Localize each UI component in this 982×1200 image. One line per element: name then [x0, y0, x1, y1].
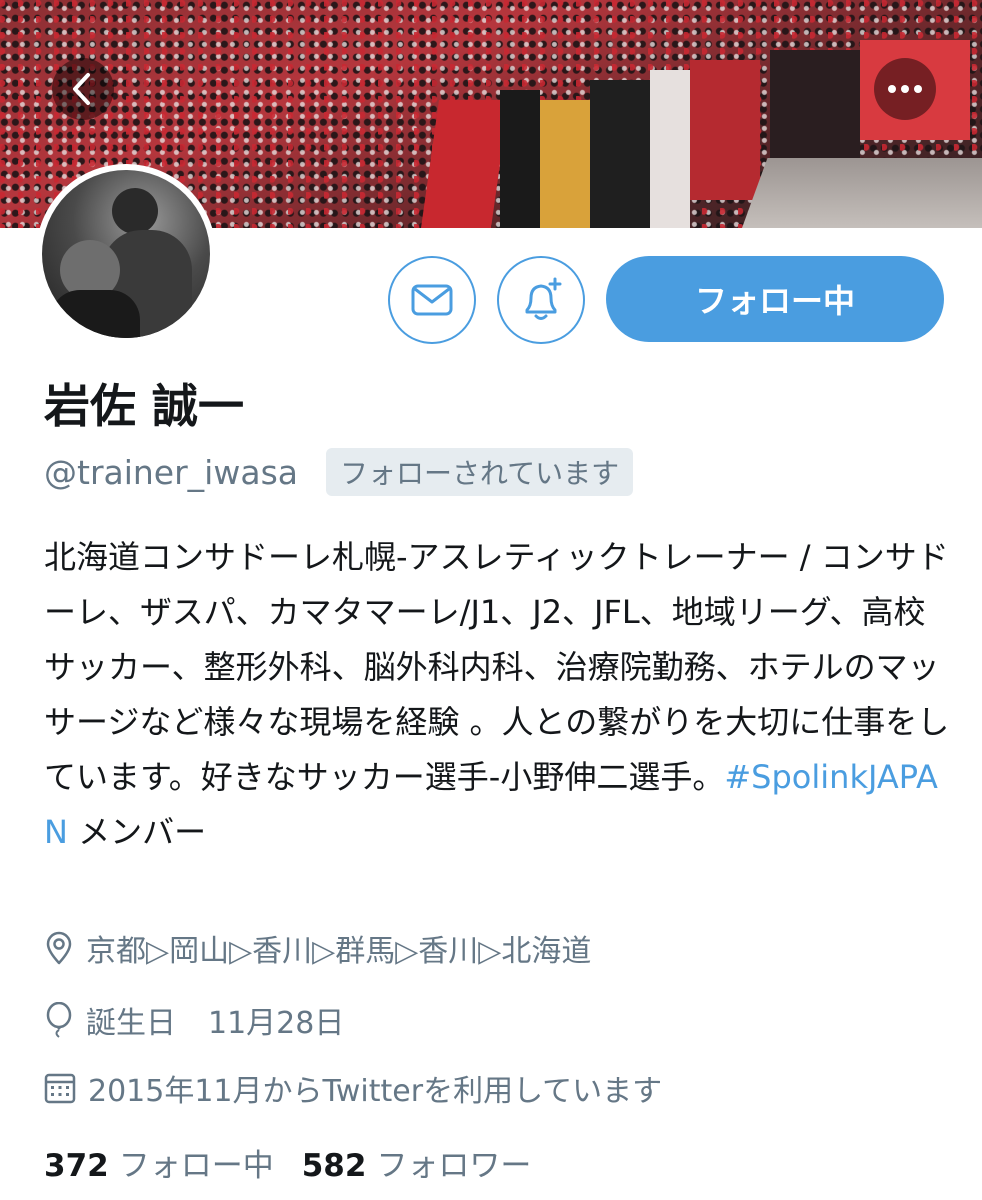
followers-label[interactable]: フォロワー: [376, 1140, 531, 1185]
mail-icon: [411, 284, 453, 316]
username-handle: @trainer_iwasa: [44, 452, 298, 492]
follow-stats: 372 フォロー中 582 フォロワー: [44, 1140, 559, 1185]
avatar[interactable]: [36, 164, 216, 344]
avatar-photo: [42, 170, 210, 338]
follows-you-badge: フォローされています: [325, 448, 634, 496]
balloon-icon: [46, 1002, 72, 1038]
location-row: 京都▷岡山▷香川▷群馬▷香川▷北海道: [44, 926, 591, 970]
more-button[interactable]: [874, 58, 936, 120]
banner-flag: [650, 70, 690, 228]
chevron-left-icon: [73, 73, 90, 105]
joined-row: 2015年11月からTwitterを利用しています: [44, 1066, 662, 1110]
display-name: 岩佐 誠一: [44, 379, 245, 433]
bell-plus-icon: [525, 277, 562, 320]
handle-row: @trainer_iwasa フォローされています: [44, 448, 634, 496]
more-horizontal-icon: [888, 85, 922, 93]
banner-flag: [540, 100, 590, 228]
birthday-row: 誕生日 11月28日: [44, 998, 344, 1042]
banner-flag: [770, 50, 860, 160]
bio-text-tail: メンバー: [67, 813, 207, 851]
location-text: 京都▷岡山▷香川▷群馬▷香川▷北海道: [86, 934, 592, 969]
birthday-value: 11月28日: [208, 1006, 345, 1041]
banner-flag: [590, 80, 650, 228]
message-button[interactable]: [388, 256, 476, 344]
banner-flag: [690, 60, 760, 200]
calendar-icon: [44, 1073, 76, 1104]
following-count[interactable]: 372: [44, 1148, 109, 1184]
banner-pitch: [742, 158, 982, 228]
notifications-button[interactable]: [497, 256, 585, 344]
profile-bio: 北海道コンサドーレ札幌-アスレティックトレーナー / コンサドーレ、ザスパ、カマ…: [44, 530, 954, 860]
birthday-label: 誕生日: [86, 1006, 176, 1041]
banner-flag: [500, 90, 540, 228]
back-button[interactable]: [52, 58, 114, 120]
location-pin-icon: [46, 931, 72, 965]
following-button[interactable]: フォロー中: [606, 256, 944, 342]
joined-text: 2015年11月からTwitterを利用しています: [88, 1074, 663, 1109]
following-label[interactable]: フォロー中: [119, 1140, 274, 1185]
followers-count[interactable]: 582: [302, 1148, 367, 1184]
